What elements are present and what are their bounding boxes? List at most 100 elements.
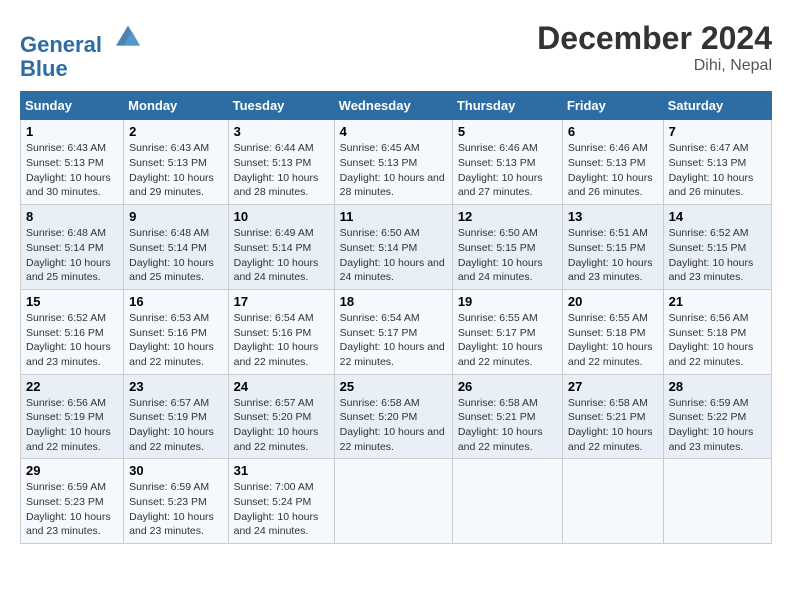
day-number: 21 [669,294,766,309]
calendar-cell: 24 Sunrise: 6:57 AMSunset: 5:20 PMDaylig… [228,374,334,459]
day-info: Sunrise: 6:52 AMSunset: 5:15 PMDaylight:… [669,227,754,283]
calendar-cell: 23 Sunrise: 6:57 AMSunset: 5:19 PMDaylig… [124,374,228,459]
day-info: Sunrise: 6:47 AMSunset: 5:13 PMDaylight:… [669,142,754,198]
day-info: Sunrise: 6:48 AMSunset: 5:14 PMDaylight:… [129,227,214,283]
day-info: Sunrise: 6:58 AMSunset: 5:20 PMDaylight:… [340,397,445,453]
calendar-week-3: 15 Sunrise: 6:52 AMSunset: 5:16 PMDaylig… [21,289,772,374]
month-title: December 2024 [537,20,772,57]
day-info: Sunrise: 6:57 AMSunset: 5:19 PMDaylight:… [129,397,214,453]
day-info: Sunrise: 6:50 AMSunset: 5:14 PMDaylight:… [340,227,445,283]
day-info: Sunrise: 6:58 AMSunset: 5:21 PMDaylight:… [568,397,653,453]
calendar-cell: 12 Sunrise: 6:50 AMSunset: 5:15 PMDaylig… [452,205,562,290]
day-number: 4 [340,124,447,139]
day-number: 22 [26,379,118,394]
day-number: 11 [340,209,447,224]
calendar-cell [562,459,663,544]
day-info: Sunrise: 6:59 AMSunset: 5:23 PMDaylight:… [26,481,111,537]
calendar-cell: 8 Sunrise: 6:48 AMSunset: 5:14 PMDayligh… [21,205,124,290]
day-number: 15 [26,294,118,309]
day-number: 5 [458,124,557,139]
day-info: Sunrise: 6:43 AMSunset: 5:13 PMDaylight:… [26,142,111,198]
calendar-week-4: 22 Sunrise: 6:56 AMSunset: 5:19 PMDaylig… [21,374,772,459]
calendar-cell: 11 Sunrise: 6:50 AMSunset: 5:14 PMDaylig… [334,205,452,290]
day-info: Sunrise: 6:59 AMSunset: 5:22 PMDaylight:… [669,397,754,453]
day-info: Sunrise: 6:51 AMSunset: 5:15 PMDaylight:… [568,227,653,283]
day-info: Sunrise: 6:56 AMSunset: 5:19 PMDaylight:… [26,397,111,453]
day-number: 26 [458,379,557,394]
logo-general: General [20,32,102,57]
day-number: 14 [669,209,766,224]
day-number: 9 [129,209,222,224]
day-number: 24 [234,379,329,394]
column-header-monday: Monday [124,92,228,120]
day-info: Sunrise: 6:50 AMSunset: 5:15 PMDaylight:… [458,227,543,283]
calendar-header-row: SundayMondayTuesdayWednesdayThursdayFrid… [21,92,772,120]
calendar-week-2: 8 Sunrise: 6:48 AMSunset: 5:14 PMDayligh… [21,205,772,290]
calendar-cell: 13 Sunrise: 6:51 AMSunset: 5:15 PMDaylig… [562,205,663,290]
day-info: Sunrise: 6:52 AMSunset: 5:16 PMDaylight:… [26,312,111,368]
day-info: Sunrise: 6:49 AMSunset: 5:14 PMDaylight:… [234,227,319,283]
day-info: Sunrise: 6:45 AMSunset: 5:13 PMDaylight:… [340,142,445,198]
calendar-cell [663,459,771,544]
calendar-cell: 22 Sunrise: 6:56 AMSunset: 5:19 PMDaylig… [21,374,124,459]
calendar-cell: 10 Sunrise: 6:49 AMSunset: 5:14 PMDaylig… [228,205,334,290]
calendar-cell: 1 Sunrise: 6:43 AMSunset: 5:13 PMDayligh… [21,120,124,205]
day-number: 16 [129,294,222,309]
calendar-cell: 7 Sunrise: 6:47 AMSunset: 5:13 PMDayligh… [663,120,771,205]
day-number: 1 [26,124,118,139]
calendar-body: 1 Sunrise: 6:43 AMSunset: 5:13 PMDayligh… [21,120,772,544]
day-info: Sunrise: 6:46 AMSunset: 5:13 PMDaylight:… [458,142,543,198]
calendar-cell: 29 Sunrise: 6:59 AMSunset: 5:23 PMDaylig… [21,459,124,544]
day-number: 29 [26,463,118,478]
day-info: Sunrise: 6:57 AMSunset: 5:20 PMDaylight:… [234,397,319,453]
calendar-cell: 14 Sunrise: 6:52 AMSunset: 5:15 PMDaylig… [663,205,771,290]
calendar-table: SundayMondayTuesdayWednesdayThursdayFrid… [20,91,772,544]
calendar-cell: 26 Sunrise: 6:58 AMSunset: 5:21 PMDaylig… [452,374,562,459]
day-info: Sunrise: 6:48 AMSunset: 5:14 PMDaylight:… [26,227,111,283]
day-info: Sunrise: 6:54 AMSunset: 5:17 PMDaylight:… [340,312,445,368]
calendar-cell: 27 Sunrise: 6:58 AMSunset: 5:21 PMDaylig… [562,374,663,459]
day-number: 28 [669,379,766,394]
column-header-tuesday: Tuesday [228,92,334,120]
day-number: 20 [568,294,658,309]
day-info: Sunrise: 6:53 AMSunset: 5:16 PMDaylight:… [129,312,214,368]
calendar-cell [334,459,452,544]
logo-blue: Blue [20,56,68,81]
day-number: 3 [234,124,329,139]
day-info: Sunrise: 7:00 AMSunset: 5:24 PMDaylight:… [234,481,319,537]
day-number: 30 [129,463,222,478]
day-number: 10 [234,209,329,224]
calendar-week-1: 1 Sunrise: 6:43 AMSunset: 5:13 PMDayligh… [21,120,772,205]
day-info: Sunrise: 6:44 AMSunset: 5:13 PMDaylight:… [234,142,319,198]
calendar-cell: 25 Sunrise: 6:58 AMSunset: 5:20 PMDaylig… [334,374,452,459]
calendar-cell: 21 Sunrise: 6:56 AMSunset: 5:18 PMDaylig… [663,289,771,374]
location: Dihi, Nepal [537,57,772,75]
calendar-cell: 30 Sunrise: 6:59 AMSunset: 5:23 PMDaylig… [124,459,228,544]
day-number: 18 [340,294,447,309]
day-number: 12 [458,209,557,224]
day-number: 6 [568,124,658,139]
column-header-wednesday: Wednesday [334,92,452,120]
calendar-cell: 5 Sunrise: 6:46 AMSunset: 5:13 PMDayligh… [452,120,562,205]
day-number: 17 [234,294,329,309]
column-header-saturday: Saturday [663,92,771,120]
logo-icon [112,20,144,52]
calendar-cell: 4 Sunrise: 6:45 AMSunset: 5:13 PMDayligh… [334,120,452,205]
day-number: 19 [458,294,557,309]
calendar-cell: 28 Sunrise: 6:59 AMSunset: 5:22 PMDaylig… [663,374,771,459]
calendar-cell: 18 Sunrise: 6:54 AMSunset: 5:17 PMDaylig… [334,289,452,374]
calendar-cell: 19 Sunrise: 6:55 AMSunset: 5:17 PMDaylig… [452,289,562,374]
page-header: General Blue December 2024 Dihi, Nepal [20,20,772,81]
day-info: Sunrise: 6:43 AMSunset: 5:13 PMDaylight:… [129,142,214,198]
column-header-sunday: Sunday [21,92,124,120]
calendar-cell: 16 Sunrise: 6:53 AMSunset: 5:16 PMDaylig… [124,289,228,374]
day-number: 27 [568,379,658,394]
calendar-week-5: 29 Sunrise: 6:59 AMSunset: 5:23 PMDaylig… [21,459,772,544]
column-header-friday: Friday [562,92,663,120]
calendar-cell: 6 Sunrise: 6:46 AMSunset: 5:13 PMDayligh… [562,120,663,205]
day-info: Sunrise: 6:56 AMSunset: 5:18 PMDaylight:… [669,312,754,368]
calendar-cell: 9 Sunrise: 6:48 AMSunset: 5:14 PMDayligh… [124,205,228,290]
calendar-cell: 17 Sunrise: 6:54 AMSunset: 5:16 PMDaylig… [228,289,334,374]
day-info: Sunrise: 6:46 AMSunset: 5:13 PMDaylight:… [568,142,653,198]
day-number: 7 [669,124,766,139]
